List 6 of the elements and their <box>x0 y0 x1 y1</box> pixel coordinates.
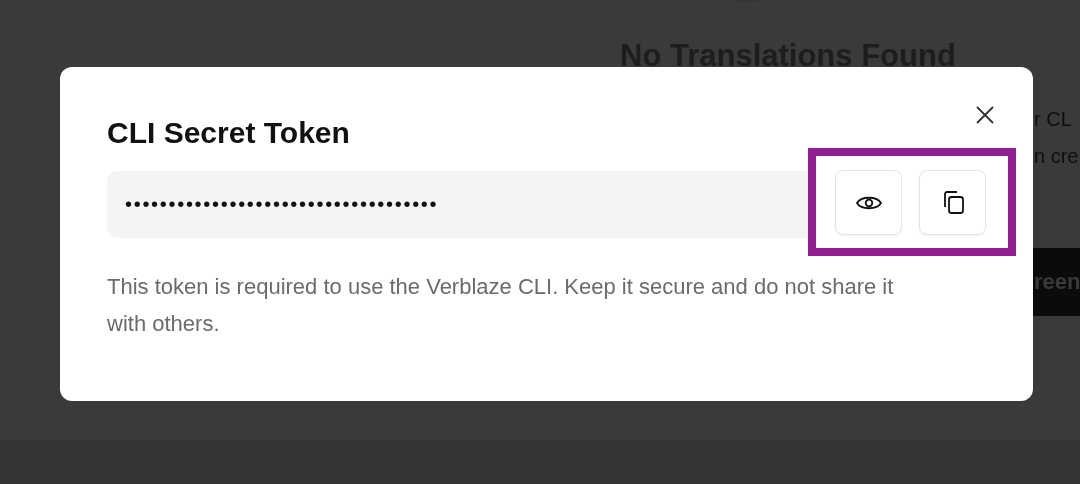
close-icon <box>975 105 995 125</box>
show-token-button[interactable] <box>835 170 902 235</box>
close-button[interactable] <box>975 105 995 125</box>
dialog-title: CLI Secret Token <box>107 116 350 150</box>
copy-button[interactable] <box>919 170 986 235</box>
dialog-description: This token is required to use the Verblaze CLI. Keep it secure and do not share it with others. <box>107 273 895 338</box>
